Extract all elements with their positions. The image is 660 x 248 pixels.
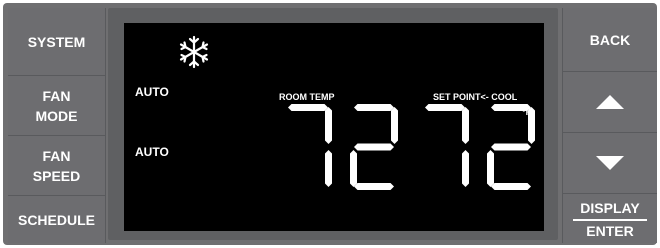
set-point-digit-2-segment-g xyxy=(491,143,531,151)
system-button[interactable]: SYSTEM xyxy=(8,8,106,76)
up-arrow-icon xyxy=(596,95,624,109)
set-point-digit-1-segment-b xyxy=(462,107,469,144)
down-button[interactable] xyxy=(562,133,657,194)
set-point-digit-2-segment-e xyxy=(487,150,494,187)
schedule-button[interactable]: SCHEDULE xyxy=(8,196,106,243)
room-temp-digit-2-segment-e xyxy=(350,150,357,187)
back-button[interactable]: BACK xyxy=(562,8,657,72)
up-button[interactable] xyxy=(562,72,657,133)
room-temp-digit-2-segment-a xyxy=(354,104,394,111)
down-arrow-icon xyxy=(596,156,624,170)
fan-speed-button[interactable]: FAN SPEED xyxy=(8,136,106,196)
set-point-digit-1-segment-a xyxy=(425,104,465,111)
set-point-label: SET POINT<- COOL xyxy=(433,92,518,102)
temperature-unit: °F xyxy=(522,107,532,117)
room-temp-label: ROOM TEMP xyxy=(279,92,335,102)
fan-mode-button[interactable]: FAN MODE xyxy=(8,76,106,136)
set-point-digit-1-segment-c xyxy=(462,150,469,187)
set-point-value xyxy=(425,104,535,190)
display-enter-divider xyxy=(573,219,647,221)
set-point-digit-2-segment-d xyxy=(491,183,531,190)
room-temp-digits xyxy=(288,104,398,190)
lcd-screen: AUTO AUTO ROOM TEMP SET POINT<- COOL °F xyxy=(124,23,544,231)
display-label: DISPLAY xyxy=(580,200,640,216)
system-button-label: SYSTEM xyxy=(27,33,86,50)
schedule-button-label: SCHEDULE xyxy=(17,211,95,228)
room-temp-digit-2-segment-d xyxy=(354,183,394,190)
snowflake-icon xyxy=(179,35,209,69)
set-point-digits xyxy=(425,104,535,190)
display-enter-button[interactable]: DISPLAY ENTER xyxy=(562,194,657,243)
back-button-label: BACK xyxy=(589,31,631,48)
fan-mode-label-line1: FAN xyxy=(42,87,71,104)
room-temp-digit-2-segment-g xyxy=(354,143,394,151)
enter-label: ENTER xyxy=(586,223,634,239)
fan-mode-label-line2: MODE xyxy=(35,107,78,124)
room-temp-value xyxy=(288,104,398,190)
fan-speed-label-line1: FAN xyxy=(42,147,71,164)
fan-mode-value: AUTO xyxy=(135,85,169,99)
room-temp-digit-1-segment-a xyxy=(288,104,328,111)
fan-speed-label-line2: SPEED xyxy=(32,167,81,184)
room-temp-digit-1-segment-b xyxy=(325,107,332,144)
room-temp-digit-2-segment-b xyxy=(391,107,398,144)
fan-speed-value: AUTO xyxy=(135,145,169,159)
room-temp-digit-1-segment-c xyxy=(325,150,332,187)
